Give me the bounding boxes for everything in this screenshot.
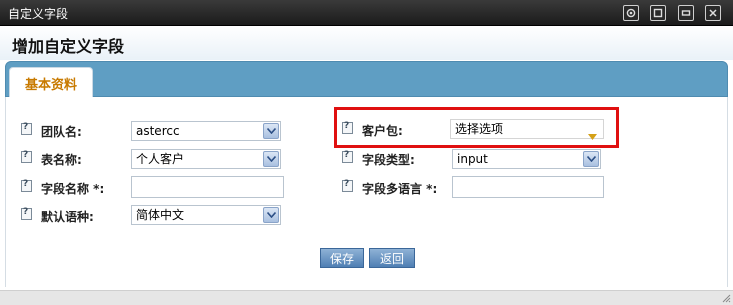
table-select[interactable]: 个人客户 xyxy=(131,149,281,169)
default-language-label: 默认语种: xyxy=(41,210,94,224)
window-titlebar: 自定义字段 xyxy=(0,0,733,26)
resize-grip-icon[interactable] xyxy=(722,294,731,303)
help-icon[interactable] xyxy=(21,179,32,192)
chevron-down-icon xyxy=(263,123,279,139)
window-title: 自定义字段 xyxy=(8,7,69,21)
field-type-select[interactable]: input xyxy=(452,149,601,169)
table-label: 表名称: xyxy=(41,153,82,167)
field-type-value: input xyxy=(457,152,488,166)
team-label: 团队名: xyxy=(41,125,82,139)
minimize-icon[interactable] xyxy=(678,5,694,21)
back-button[interactable]: 返回 xyxy=(369,248,415,268)
highlight-box xyxy=(334,107,619,148)
tab-bar: 基本资料 xyxy=(5,61,728,98)
help-icon[interactable] xyxy=(21,150,32,163)
close-icon[interactable] xyxy=(705,5,721,21)
help-icon[interactable] xyxy=(342,150,353,163)
field-multilang-label: 字段多语言 *: xyxy=(362,182,438,196)
page-header: 增加自定义字段 xyxy=(0,26,733,60)
chevron-down-icon xyxy=(583,151,599,167)
status-bar xyxy=(0,290,733,305)
help-icon[interactable] xyxy=(21,122,32,135)
table-value: 个人客户 xyxy=(136,152,185,166)
tab-basic-info[interactable]: 基本资料 xyxy=(9,67,93,98)
help-icon[interactable] xyxy=(342,179,353,192)
team-select[interactable]: astercc xyxy=(131,121,281,141)
save-button[interactable]: 保存 xyxy=(320,248,364,268)
settings-icon[interactable] xyxy=(623,5,639,21)
field-multilang-input[interactable] xyxy=(452,176,604,198)
default-language-value: 简体中文 xyxy=(136,208,185,222)
page-title: 增加自定义字段 xyxy=(12,37,125,56)
help-icon[interactable] xyxy=(21,207,32,220)
chevron-down-icon xyxy=(263,151,279,167)
field-name-input[interactable] xyxy=(131,176,284,198)
chevron-down-icon xyxy=(263,207,279,223)
default-language-select[interactable]: 简体中文 xyxy=(131,205,281,225)
field-name-label: 字段名称 *: xyxy=(41,182,105,196)
field-type-label: 字段类型: xyxy=(362,153,415,167)
maximize-icon[interactable] xyxy=(650,5,666,21)
team-value: astercc xyxy=(136,124,180,138)
